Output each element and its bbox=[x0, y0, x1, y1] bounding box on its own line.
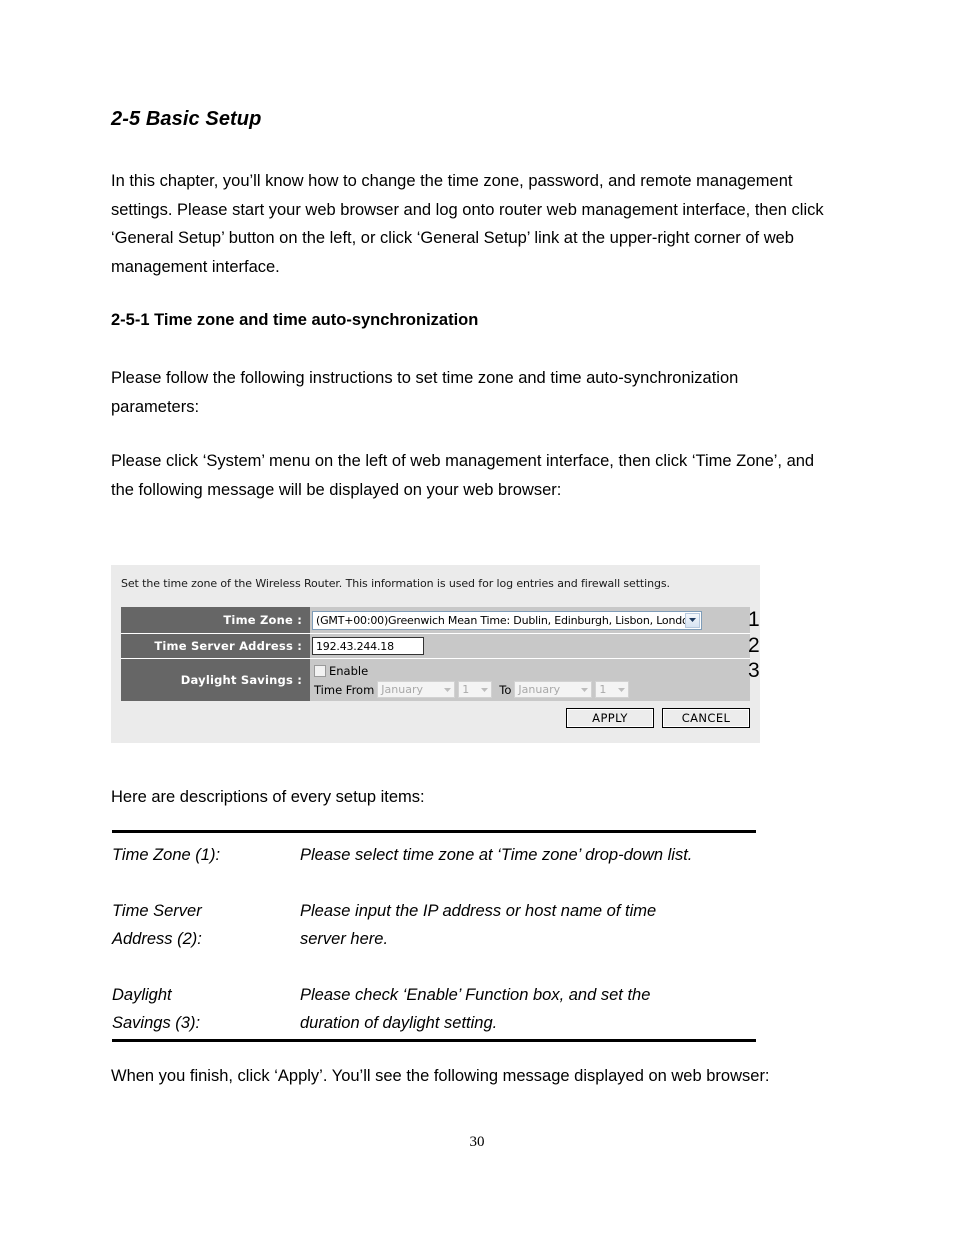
apply-button[interactable]: APPLY bbox=[566, 708, 654, 728]
table-row: Daylight Savings : Enable Time From Janu… bbox=[121, 659, 750, 701]
page-number: 30 bbox=[469, 1134, 485, 1150]
description-term: Time Zone (1): bbox=[112, 841, 300, 869]
description-definition: Please check ‘Enable’ Function box, and … bbox=[300, 981, 756, 1037]
chevron-down-icon bbox=[441, 682, 454, 697]
description-definition-line: duration of daylight setting. bbox=[300, 1014, 498, 1032]
subsection-paragraph-1: Please follow the following instructions… bbox=[111, 369, 739, 416]
table-row: Time Server Address (2): Please input th… bbox=[112, 897, 756, 953]
time-zone-label: Time Zone : bbox=[121, 607, 310, 633]
document-page: 2-5 Basic Setup In this chapter, you’ll … bbox=[0, 0, 954, 1235]
table-row: Time Zone (1): Please select time zone a… bbox=[112, 841, 756, 869]
descriptions-intro: Here are descriptions of every setup ite… bbox=[111, 788, 425, 806]
time-zone-settings-table: Time Zone : (GMT+00:00)Greenwich Mean Ti… bbox=[121, 607, 750, 701]
table-row: Time Server Address : 192.43.244.18 bbox=[121, 634, 750, 659]
cancel-button[interactable]: CANCEL bbox=[662, 708, 750, 728]
daylight-to-day-select[interactable]: 1 bbox=[595, 681, 630, 698]
daylight-from-month-value: January bbox=[381, 683, 423, 696]
description-term: Daylight Savings (3): bbox=[112, 981, 300, 1037]
time-from-label: Time From bbox=[314, 682, 375, 697]
daylight-savings-value-cell: Enable Time From January 1 To January 1 bbox=[310, 659, 750, 701]
to-label: To bbox=[499, 682, 512, 697]
table-row: Daylight Savings (3): Please check ‘Enab… bbox=[112, 981, 756, 1037]
page-title: 2-5 Basic Setup bbox=[111, 108, 262, 130]
callout-number-1: 1 bbox=[748, 608, 760, 631]
time-zone-selected-option: (GMT+00:00)Greenwich Mean Time: Dublin, … bbox=[316, 613, 696, 627]
description-definition-line: server here. bbox=[300, 930, 389, 948]
daylight-savings-enable-label: Enable bbox=[329, 663, 369, 678]
daylight-from-day-value: 1 bbox=[462, 683, 470, 696]
closing-paragraph: When you finish, click ‘Apply’. You’ll s… bbox=[111, 1067, 770, 1085]
descriptions-table: Time Zone (1): Please select time zone a… bbox=[112, 830, 756, 1042]
router-ui-button-bar: APPLY CANCEL bbox=[566, 708, 750, 728]
time-server-address-label: Time Server Address : bbox=[121, 634, 310, 658]
daylight-savings-label: Daylight Savings : bbox=[121, 659, 310, 701]
description-definition: Please input the IP address or host name… bbox=[300, 897, 756, 953]
description-term-line: Time Server bbox=[112, 902, 202, 920]
subsection-title: 2-5-1 Time zone and time auto-synchroniz… bbox=[111, 311, 479, 329]
time-server-address-input[interactable]: 192.43.244.18 bbox=[312, 637, 424, 655]
chevron-down-icon bbox=[478, 682, 491, 697]
description-definition-line: Please select time zone at ‘Time zone’ d… bbox=[300, 846, 693, 864]
description-term-line: Savings (3): bbox=[112, 1014, 201, 1032]
table-row: Time Zone : (GMT+00:00)Greenwich Mean Ti… bbox=[121, 607, 750, 634]
chevron-down-icon bbox=[578, 682, 591, 697]
router-ui-description: Set the time zone of the Wireless Router… bbox=[121, 577, 670, 590]
subsection-paragraph-2: Please click ‘System’ menu on the left o… bbox=[111, 452, 815, 499]
chevron-down-icon[interactable] bbox=[685, 612, 700, 628]
callout-number-2: 2 bbox=[748, 634, 760, 657]
description-term-line: Daylight bbox=[112, 986, 172, 1004]
description-definition-line: Please check ‘Enable’ Function box, and … bbox=[300, 986, 651, 1004]
time-zone-value-cell: (GMT+00:00)Greenwich Mean Time: Dublin, … bbox=[310, 607, 750, 633]
time-server-address-value-cell: 192.43.244.18 bbox=[310, 634, 750, 658]
daylight-to-day-value: 1 bbox=[599, 683, 607, 696]
daylight-from-day-select[interactable]: 1 bbox=[458, 681, 493, 698]
router-ui-figure: Set the time zone of the Wireless Router… bbox=[111, 565, 760, 743]
page-content: 2-5 Basic Setup In this chapter, you’ll … bbox=[111, 108, 829, 534]
description-term: Time Server Address (2): bbox=[112, 897, 300, 953]
daylight-from-month-select[interactable]: January bbox=[377, 681, 456, 698]
daylight-to-month-select[interactable]: January bbox=[514, 681, 593, 698]
description-term-line: Address (2): bbox=[112, 930, 202, 948]
chevron-down-icon bbox=[615, 682, 628, 697]
daylight-savings-duration-row: Time From January 1 To January 1 bbox=[314, 681, 632, 699]
daylight-savings-enable-row: Enable bbox=[314, 662, 368, 680]
time-zone-select[interactable]: (GMT+00:00)Greenwich Mean Time: Dublin, … bbox=[312, 610, 702, 630]
table-top-rule bbox=[112, 830, 756, 833]
description-term-line: Time Zone (1): bbox=[112, 846, 221, 864]
daylight-to-month-value: January bbox=[518, 683, 561, 696]
table-bottom-rule bbox=[112, 1039, 756, 1042]
section-intro-paragraph: In this chapter, you’ll know how to chan… bbox=[111, 172, 824, 276]
description-definition-line: Please input the IP address or host name… bbox=[300, 902, 657, 920]
description-definition: Please select time zone at ‘Time zone’ d… bbox=[300, 841, 756, 869]
callout-number-3: 3 bbox=[748, 659, 760, 682]
daylight-savings-enable-checkbox[interactable] bbox=[314, 664, 326, 677]
